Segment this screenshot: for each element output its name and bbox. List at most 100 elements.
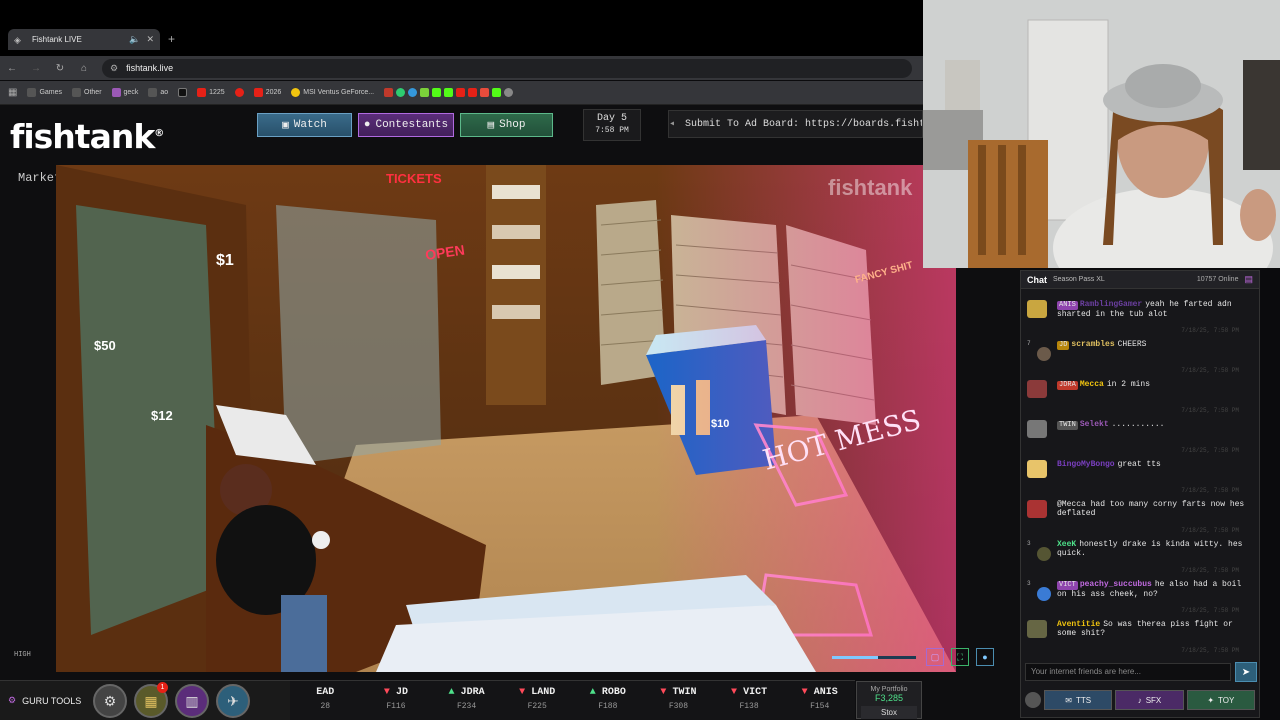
back-icon[interactable]: ← <box>0 63 24 74</box>
site-info-icon[interactable]: ⚙ <box>110 63 118 74</box>
contestants-button[interactable]: ● Contestants <box>358 113 454 137</box>
url-text: fishtank.live <box>126 63 174 73</box>
user-avatar[interactable] <box>1027 500 1047 518</box>
bookmark-red[interactable] <box>234 88 244 97</box>
fullscreen-icon[interactable]: ⛶ <box>951 648 969 666</box>
bookmark-ao[interactable]: ao <box>148 88 168 97</box>
bookmark-x[interactable] <box>178 88 188 97</box>
ticker-item[interactable]: ▼ ANIS F154 <box>784 681 855 720</box>
close-tab-icon[interactable]: ✕ <box>146 34 154 45</box>
message-time: 7/18/25, 7:58 PM <box>1181 447 1239 454</box>
user-avatar[interactable] <box>1037 347 1051 361</box>
ticker-item[interactable]: ▼ VICT F138 <box>714 681 785 720</box>
chat-icon: ✉ <box>1065 695 1072 705</box>
kick-icon <box>444 88 454 97</box>
folder-icon <box>72 88 82 97</box>
potion-tool-button[interactable]: ▥ <box>175 684 209 718</box>
apps-icon[interactable]: ▦ <box>8 87 17 98</box>
stox-button[interactable]: Stox <box>861 706 917 719</box>
chat-header: Chat Season Pass XL 10757 Online ▤ <box>1021 271 1259 289</box>
browser-tab[interactable]: ◈ Fishtank LIVE 🔈 ✕ <box>8 29 160 50</box>
ad-board[interactable]: ◂ Submit To Ad Board: https://boards.fis… <box>668 110 923 138</box>
bookmark-games[interactable]: Games <box>27 88 62 97</box>
user-avatar[interactable] <box>1027 420 1047 438</box>
home-icon[interactable]: ⌂ <box>72 63 96 74</box>
portfolio-widget[interactable]: My Portfolio F3,285 Stox <box>856 681 922 719</box>
chat-message: ANIS RamblingGamer yeah he farted adn shar… <box>1021 297 1259 337</box>
bookmark-1225[interactable]: 1225 <box>197 88 225 97</box>
youtube-icon <box>468 88 478 97</box>
bookmark-other[interactable]: Other <box>72 88 102 97</box>
url-field[interactable]: ⚙ fishtank.live <box>102 58 912 78</box>
quality-label[interactable]: HIGH <box>14 651 31 659</box>
season-pass-tab[interactable]: Season Pass XL <box>1053 276 1105 283</box>
user-avatar[interactable] <box>1027 460 1047 478</box>
up-arrow-icon: ▲ <box>589 687 596 698</box>
star-icon <box>420 88 430 97</box>
ticker-item[interactable]: ▲ JDRA F234 <box>431 681 502 720</box>
message-text: in 2 mins <box>1106 380 1151 389</box>
ticker-item[interactable]: ▲ ROBO F188 <box>573 681 644 720</box>
new-tab-button[interactable]: + <box>168 32 175 46</box>
chat-menu-icon[interactable]: ▤ <box>1244 274 1253 285</box>
arrow-left-icon[interactable]: ◂ <box>669 118 675 130</box>
ticker-item[interactable]: ▼ LAND F225 <box>502 681 573 720</box>
chat-title[interactable]: Chat <box>1027 275 1047 285</box>
team-tag: JD <box>1057 341 1070 350</box>
webcam-scene <box>923 0 1280 268</box>
username[interactable]: Mecca <box>1080 380 1104 389</box>
chat-message: Aventitie So was therea piss fight or som… <box>1021 617 1259 657</box>
user-avatar[interactable] <box>1037 587 1051 601</box>
record-icon[interactable]: ● <box>976 648 994 666</box>
username[interactable]: RamblingGamer <box>1080 300 1142 309</box>
map-tool-button[interactable]: ✈ <box>216 684 250 718</box>
crate-tool-button[interactable]: ▦ 1 <box>134 682 168 718</box>
shop-button[interactable]: ▤ Shop <box>460 113 553 137</box>
message-time: 7/18/25, 7:58 PM <box>1181 527 1239 534</box>
ticker-item[interactable]: ▼ JD F116 <box>361 681 432 720</box>
watch-button[interactable]: ▣ Watch <box>257 113 352 137</box>
send-button[interactable]: ➤ <box>1235 662 1257 682</box>
user-avatar[interactable] <box>1027 300 1047 318</box>
live-video-feed[interactable]: TICKETS OPEN FANCY SHIT HOT MESS $1 $50 … <box>56 165 956 672</box>
sfx-button[interactable]: ♪ SFX <box>1115 690 1184 710</box>
fishtank-logo[interactable]: fishtank® <box>10 117 164 156</box>
user-avatar[interactable] <box>1027 380 1047 398</box>
clip-icon[interactable]: ▢ <box>926 648 944 666</box>
bookmark-2026[interactable]: 2026 <box>253 88 281 97</box>
tv-icon: ▣ <box>282 120 289 132</box>
guru-tools-button[interactable]: ⚙ GURU TOOLS <box>8 695 81 706</box>
ticker-item[interactable]: ▼ TWIN F308 <box>643 681 714 720</box>
down-arrow-icon: ▼ <box>519 687 526 698</box>
kick-icon <box>432 88 442 97</box>
message-time: 7/18/25, 7:58 PM <box>1181 607 1239 614</box>
username[interactable]: BingoMyBongo <box>1057 460 1115 469</box>
username[interactable]: Selekt <box>1080 420 1109 429</box>
username[interactable]: XeeK <box>1057 540 1076 549</box>
emoji-icon[interactable] <box>1025 692 1041 708</box>
username[interactable]: peachy_succubus <box>1080 580 1152 589</box>
chat-message: 3 VICT peachy_succubus he also had a boil o… <box>1021 577 1259 617</box>
gear-icon: ⚙ <box>8 695 17 705</box>
username[interactable]: Aventitie <box>1057 620 1100 629</box>
volume-slider[interactable] <box>832 656 916 659</box>
fishtank-page: fishtank® ▣ Watch ● Contestants ▤ Shop Day … <box>0 105 1020 720</box>
toy-button[interactable]: ✦ TOY <box>1186 690 1255 710</box>
chat-panel: Chat Season Pass XL 10757 Online ▤ ANIS R… <box>1020 270 1260 718</box>
bookmark-icons[interactable] <box>384 88 514 97</box>
settings-tool-button[interactable]: ⚙ <box>93 684 127 718</box>
speaker-icon[interactable]: 🔈 <box>129 34 140 45</box>
folder-icon <box>27 88 37 97</box>
bookmark-msi[interactable]: MSI Ventus GeForce... <box>291 88 374 97</box>
username[interactable]: scrambles <box>1071 340 1114 349</box>
calendar-icon <box>384 88 394 97</box>
toy-icon: ✦ <box>1207 695 1215 705</box>
user-avatar[interactable] <box>1037 547 1051 561</box>
bookmark-geck[interactable]: geck <box>111 88 138 97</box>
user-avatar[interactable] <box>1027 620 1047 638</box>
chat-input[interactable]: Your internet friends are here... <box>1025 663 1231 681</box>
tts-button[interactable]: ✉ TTS <box>1044 690 1113 710</box>
forward-icon[interactable]: → <box>24 63 48 74</box>
reload-icon[interactable]: ↻ <box>48 63 72 74</box>
ticker-item[interactable]: EAD 28 <box>290 681 361 720</box>
